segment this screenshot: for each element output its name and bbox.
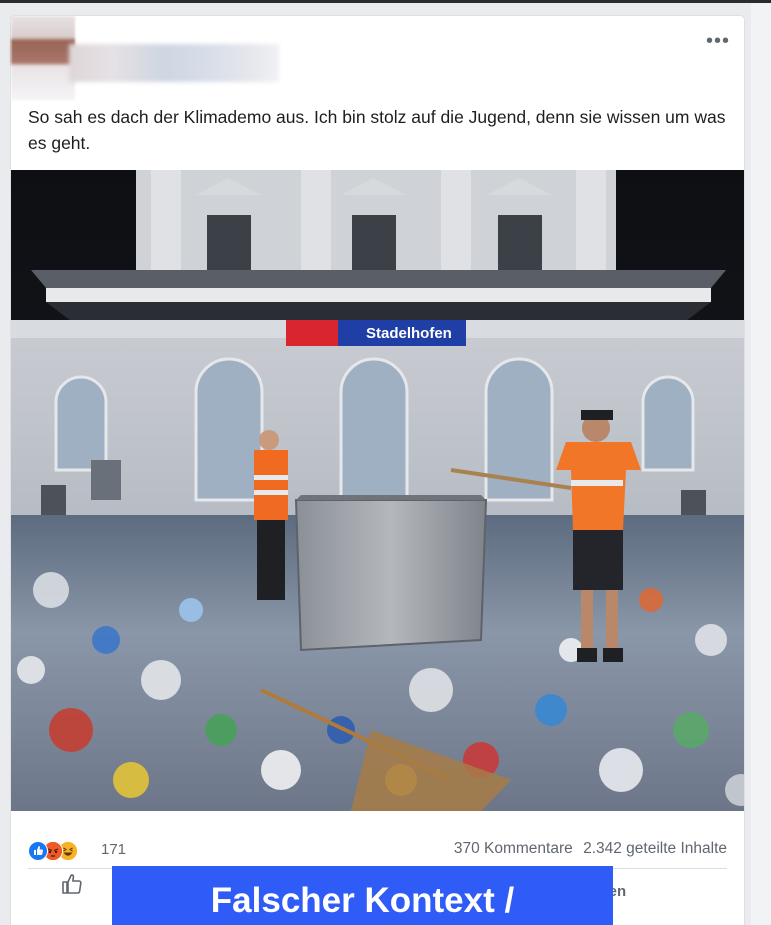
blurred-avatar[interactable]: [11, 16, 75, 100]
thumbs-up-icon: [62, 874, 82, 894]
station-sign: Stadelhofen: [366, 325, 452, 342]
blurred-author-name[interactable]: [69, 44, 279, 82]
side-strip: [751, 3, 771, 925]
post-photo[interactable]: Stadelhofen: [11, 170, 744, 811]
comments-count[interactable]: 370 Kommentare: [454, 840, 573, 857]
top-border: [0, 0, 771, 3]
reactions-bar: 171 370 Kommentare 2.342 geteilte Inhalt…: [11, 824, 744, 864]
shares-count[interactable]: 2.342 geteilte Inhalte: [583, 840, 727, 857]
post-text: So sah es dach der Klimademo aus. Ich bi…: [28, 107, 726, 153]
post-header: •••: [11, 16, 744, 106]
like-icon: [28, 841, 48, 861]
more-options-icon[interactable]: •••: [706, 31, 730, 51]
like-button[interactable]: [60, 872, 120, 902]
reaction-count[interactable]: 171: [101, 841, 126, 858]
post-stats: 370 Kommentare 2.342 geteilte Inhalte: [448, 840, 727, 858]
post-card: ••• So sah es dach der Klimademo aus. Ic…: [11, 16, 744, 925]
fact-check-banner: Falscher Kontext /: [112, 866, 613, 925]
